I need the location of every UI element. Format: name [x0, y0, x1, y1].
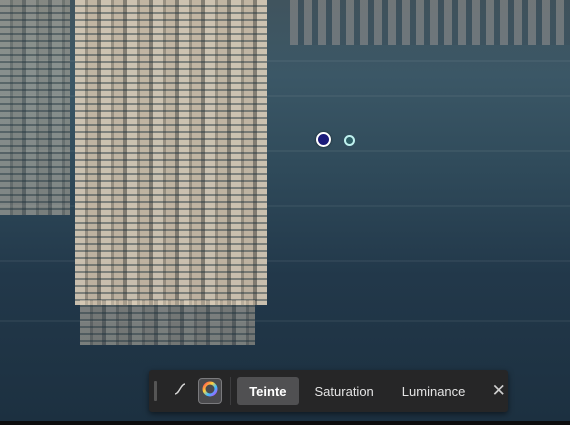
- bottom-edge: [0, 421, 570, 425]
- close-icon[interactable]: ✕: [489, 381, 508, 401]
- curve-tool-button[interactable]: [168, 378, 192, 404]
- hue-sample-marker[interactable]: [344, 135, 355, 146]
- tab-teinte[interactable]: Teinte: [237, 377, 299, 405]
- distant-building-reflection: [290, 0, 570, 45]
- color-wheel-tool-button[interactable]: [197, 378, 223, 404]
- tower-base-ripples: [80, 300, 255, 345]
- color-wheel-icon: [202, 381, 218, 402]
- photo-canvas[interactable]: [0, 0, 570, 425]
- tower-reflection-ripples: [75, 0, 267, 305]
- left-reflection-ripples: [0, 0, 70, 215]
- toolbar-separator: [230, 377, 232, 405]
- hue-target-marker[interactable]: [316, 132, 331, 147]
- toolbar-drag-handle[interactable]: [154, 381, 157, 401]
- tab-saturation[interactable]: Saturation: [303, 377, 386, 405]
- curve-icon: [173, 382, 187, 401]
- adjustment-toolbar: Teinte Saturation Luminance ✕: [149, 370, 508, 412]
- tab-luminance[interactable]: Luminance: [390, 377, 478, 405]
